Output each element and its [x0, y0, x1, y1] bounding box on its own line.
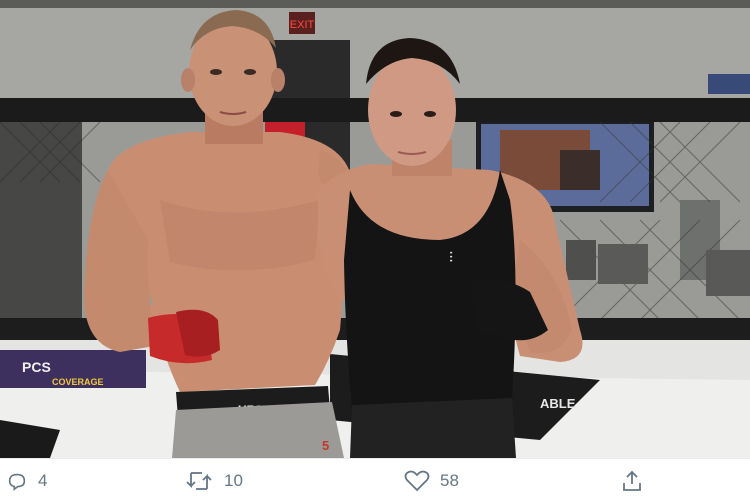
like-button[interactable]: 58	[404, 467, 459, 495]
reply-icon	[8, 473, 26, 491]
exit-sign-text: EXIT	[290, 19, 315, 31]
share-button[interactable]	[620, 467, 644, 495]
tweet-photo[interactable]: EXIT PCS COVERAGE ABLE 5 ⫶	[0, 0, 750, 458]
heart-icon	[404, 470, 430, 492]
reply-count: 4	[38, 471, 48, 490]
floor-banner-left-text: PCS	[22, 359, 51, 375]
svg-text:⫶: ⫶	[449, 249, 453, 265]
like-count: 58	[440, 471, 459, 490]
retweet-button[interactable]: 10	[184, 467, 243, 495]
share-icon	[623, 470, 641, 491]
retweet-count: 10	[224, 471, 243, 490]
reply-button[interactable]: 4	[6, 467, 47, 495]
photo-illustration: EXIT PCS COVERAGE ABLE 5 ⫶	[0, 0, 750, 458]
tweet-action-bar: 4 10 58	[0, 458, 750, 501]
floor-banner-right-text: ABLE	[540, 396, 576, 411]
floor-banner-left-subtext: COVERAGE	[52, 377, 104, 387]
retweet-icon	[186, 472, 212, 490]
shorts-number-text: 5	[322, 438, 329, 453]
